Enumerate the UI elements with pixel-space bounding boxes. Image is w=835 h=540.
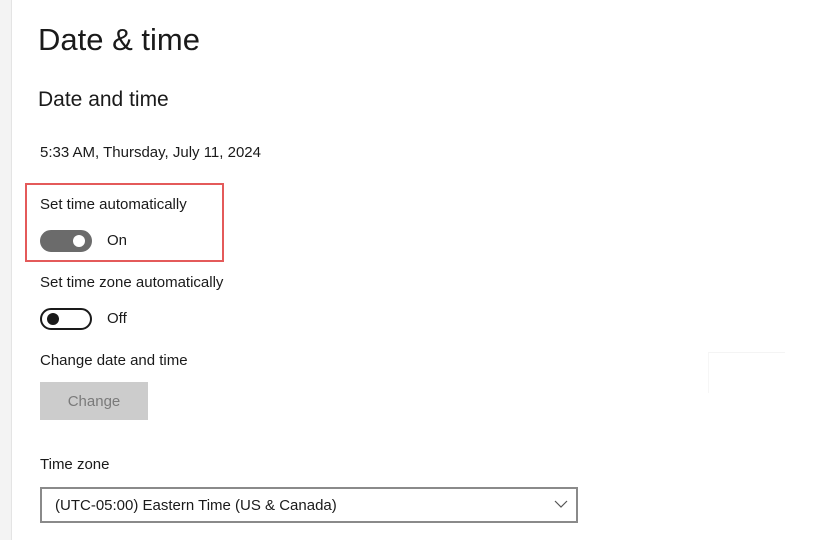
change-date-and-time-label: Change date and time: [40, 352, 188, 369]
page-title: Date & time: [38, 22, 200, 57]
highlight-annotation: [25, 183, 224, 262]
change-button[interactable]: Change: [40, 382, 148, 420]
chevron-down-icon: [554, 500, 568, 508]
current-datetime: 5:33 AM, Thursday, July 11, 2024: [40, 144, 261, 161]
set-time-zone-automatically-label: Set time zone automatically: [40, 274, 224, 291]
left-pane-edge: [0, 0, 12, 540]
set-time-zone-automatically-toggle[interactable]: [40, 308, 92, 330]
toggle-knob: [47, 313, 59, 325]
time-zone-label: Time zone: [40, 456, 110, 473]
time-zone-selected-value: (UTC-05:00) Eastern Time (US & Canada): [55, 497, 337, 514]
faint-background-artifact: [708, 352, 785, 393]
set-time-zone-automatically-state: Off: [107, 310, 127, 327]
section-title: Date and time: [38, 88, 169, 111]
time-zone-dropdown[interactable]: (UTC-05:00) Eastern Time (US & Canada): [40, 487, 578, 523]
